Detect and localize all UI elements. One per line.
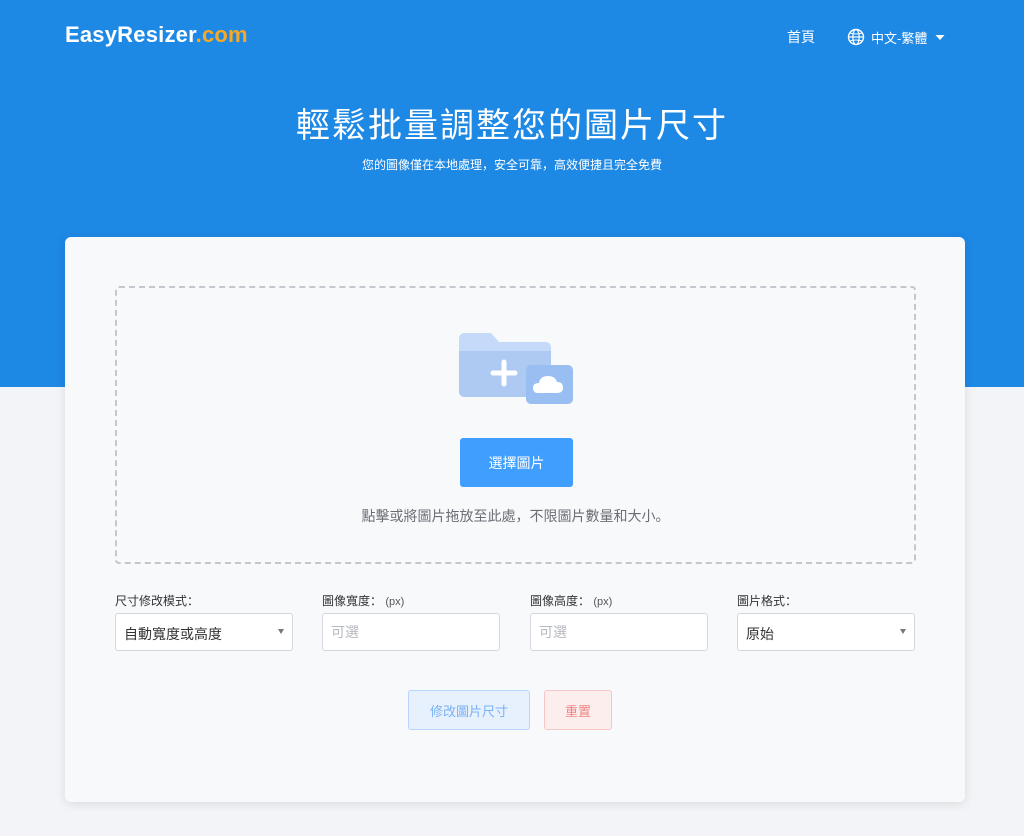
reset-button[interactable]: 重置 bbox=[544, 690, 612, 730]
language-label: 中文-繁體 bbox=[871, 30, 928, 46]
globe-icon bbox=[847, 28, 865, 46]
resize-button[interactable]: 修改圖片尺寸 bbox=[408, 690, 530, 730]
choose-image-button[interactable]: 選擇圖片 bbox=[460, 438, 573, 487]
brand-logo[interactable]: EasyResizer.com bbox=[65, 22, 248, 48]
height-unit: (px) bbox=[593, 596, 613, 608]
format-field: 圖片格式： 原始 bbox=[737, 593, 915, 651]
page-title: 輕鬆批量調整您的圖片尺寸 bbox=[296, 107, 728, 145]
select-arrow-icon bbox=[900, 629, 906, 634]
format-value: 原始 bbox=[746, 626, 774, 642]
height-input[interactable] bbox=[531, 614, 707, 650]
language-selector[interactable]: 中文-繁體 bbox=[847, 26, 947, 48]
width-input-wrapper bbox=[322, 613, 500, 651]
resize-mode-value: 自動寬度或高度 bbox=[124, 626, 222, 642]
caret-down-icon bbox=[933, 30, 947, 44]
format-select[interactable]: 原始 bbox=[737, 613, 915, 651]
height-label-text: 圖像高度： bbox=[530, 594, 591, 608]
select-arrow-icon bbox=[278, 629, 284, 634]
resize-card: 選擇圖片 點擊或將圖片拖放至此處，不限圖片數量和大小。 尺寸修改模式： 自動寬度… bbox=[65, 237, 965, 802]
width-input[interactable] bbox=[323, 614, 499, 650]
upload-dropzone[interactable]: 選擇圖片 點擊或將圖片拖放至此處，不限圖片數量和大小。 bbox=[115, 286, 916, 564]
width-field: 圖像寬度： (px) bbox=[322, 593, 500, 651]
format-label: 圖片格式： bbox=[737, 594, 798, 608]
folder-add-cloud-icon bbox=[457, 331, 575, 416]
resize-mode-field: 尺寸修改模式： 自動寬度或高度 bbox=[115, 593, 293, 651]
width-label: 圖像寬度： (px) bbox=[322, 593, 500, 609]
brand-tld: .com bbox=[195, 22, 248, 47]
height-label: 圖像高度： (px) bbox=[530, 593, 708, 609]
resize-mode-select[interactable]: 自動寬度或高度 bbox=[115, 613, 293, 651]
height-field: 圖像高度： (px) bbox=[530, 593, 708, 651]
brand-name: EasyResizer bbox=[65, 22, 196, 47]
page-subtitle: 您的圖像僅在本地處理，安全可靠，高效便捷且完全免費 bbox=[361, 158, 662, 172]
width-label-text: 圖像寬度： bbox=[322, 594, 383, 608]
dropzone-hint: 點擊或將圖片拖放至此處，不限圖片數量和大小。 bbox=[361, 508, 670, 524]
height-input-wrapper bbox=[530, 613, 708, 651]
nav-home-link[interactable]: 首頁 bbox=[787, 27, 815, 47]
width-unit: (px) bbox=[385, 596, 405, 608]
resize-mode-label: 尺寸修改模式： bbox=[115, 594, 200, 608]
